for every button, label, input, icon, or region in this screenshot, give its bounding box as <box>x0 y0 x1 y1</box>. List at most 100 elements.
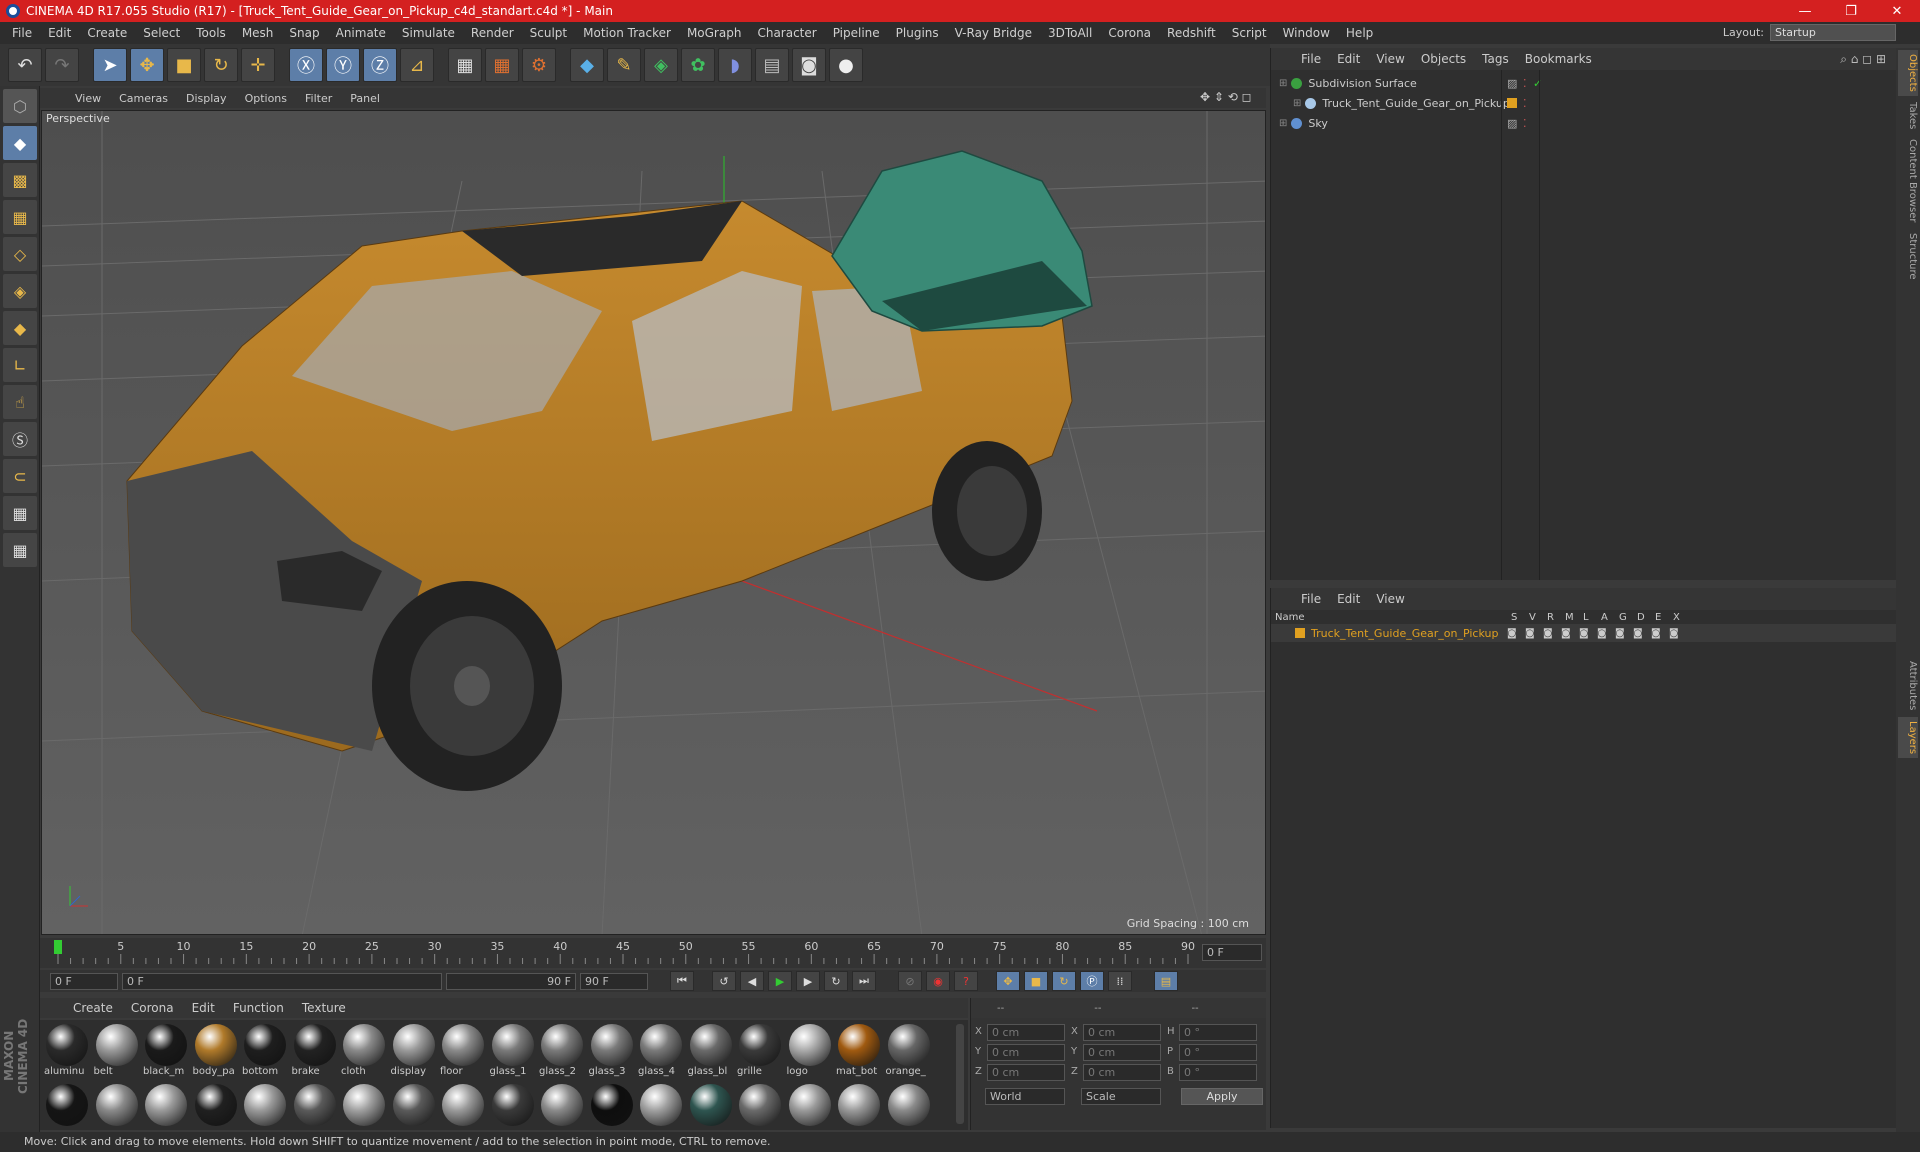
viewport-menu-cameras[interactable]: Cameras <box>110 92 177 105</box>
menu-file[interactable]: File <box>4 26 40 40</box>
key-position-icon[interactable]: ✥ <box>996 971 1020 991</box>
menu-render[interactable]: Render <box>463 26 522 40</box>
coord-value-field[interactable]: 0 cm <box>1083 1044 1161 1061</box>
select-arrow-icon[interactable]: ➤ <box>93 48 127 82</box>
material-menu-texture[interactable]: Texture <box>293 1001 355 1015</box>
magnet-icon[interactable]: ⊂ <box>3 459 37 493</box>
snap-icon[interactable]: Ⓢ <box>3 422 37 456</box>
layer-expressions-icon[interactable]: ◙ <box>1651 628 1669 639</box>
visibility-icon[interactable]: ▨ <box>1507 77 1517 90</box>
coord-value-field[interactable]: 0 ° <box>1179 1064 1257 1081</box>
timeline-ruler[interactable]: 051015202530354045505560657075808590 <box>40 938 1220 968</box>
side-tab-content-browser[interactable]: Content Browser <box>1898 135 1918 226</box>
record-keys-icon[interactable]: ⊘ <box>898 971 922 991</box>
render-dot-icon[interactable]: ⁚ <box>1523 77 1527 90</box>
timeline[interactable]: 051015202530354045505560657075808590 0 F <box>40 938 1266 968</box>
layer-column-header[interactable]: Name <box>1275 612 1511 623</box>
layer-column-header[interactable]: G <box>1619 612 1637 623</box>
expand-icon[interactable]: ⊞ <box>1293 98 1301 109</box>
scale-icon[interactable]: ■ <box>167 48 201 82</box>
next-frame-icon[interactable]: ▶ <box>796 971 820 991</box>
material-swatch[interactable]: glass_1 <box>490 1024 536 1082</box>
texture-mode-icon[interactable]: ▩ <box>3 163 37 197</box>
material-swatch[interactable]: logo <box>787 1024 833 1082</box>
apply-button[interactable]: Apply <box>1181 1088 1263 1105</box>
make-editable-icon[interactable]: ⬡ <box>3 89 37 123</box>
menu-redshift[interactable]: Redshift <box>1159 26 1224 40</box>
scale-dropdown[interactable]: Scale <box>1081 1088 1161 1105</box>
viewport-menu-display[interactable]: Display <box>177 92 236 105</box>
object-row[interactable]: ⊞ Truck_Tent_Guide_Gear_on_Pickup ⁚ <box>1271 94 1897 112</box>
coord-value-field[interactable]: 0 cm <box>987 1044 1065 1061</box>
layer-name[interactable]: Truck_Tent_Guide_Gear_on_Pickup <box>1311 627 1507 640</box>
menu-plugins[interactable]: Plugins <box>888 26 947 40</box>
undo-icon[interactable]: ↶ <box>8 48 42 82</box>
menu-window[interactable]: Window <box>1275 26 1338 40</box>
layer-menu-file[interactable]: File <box>1293 592 1329 606</box>
next-keyframe-icon[interactable]: ↻ <box>824 971 848 991</box>
menu-mesh[interactable]: Mesh <box>234 26 282 40</box>
material-swatch[interactable]: glass_3 <box>589 1024 635 1082</box>
range-end-field[interactable]: 90 F <box>446 972 576 990</box>
render-dot-icon[interactable]: ⁚ <box>1523 117 1527 130</box>
layer-menu-view[interactable]: View <box>1368 592 1412 606</box>
layer-xref-icon[interactable]: ◙ <box>1669 628 1687 639</box>
material-swatch[interactable]: display <box>391 1024 437 1082</box>
object-row[interactable]: ⊞ Subdivision Surface ▨ ⁚ ✓ <box>1271 74 1897 92</box>
menu-corona[interactable]: Corona <box>1100 26 1159 40</box>
subdivision-icon[interactable]: ◈ <box>644 48 678 82</box>
material-swatch[interactable]: cloth <box>341 1024 387 1082</box>
layer-column-header[interactable]: M <box>1565 612 1583 623</box>
object-menu-view[interactable]: View <box>1368 52 1412 66</box>
deformer-icon[interactable]: ◗ <box>718 48 752 82</box>
coord-value-field[interactable]: 0 cm <box>987 1064 1065 1081</box>
end-frame-field[interactable]: 90 F <box>580 972 648 990</box>
viewport-menu-filter[interactable]: Filter <box>296 92 341 105</box>
tweak-mode-icon[interactable]: ☝ <box>3 385 37 419</box>
polygons-mode-icon[interactable]: ◆ <box>3 311 37 345</box>
key-pla-icon[interactable]: ⁞⁞ <box>1108 971 1132 991</box>
autokey-icon[interactable]: ◉ <box>926 971 950 991</box>
material-swatch[interactable]: glass_2 <box>539 1024 585 1082</box>
object-menu-bookmarks[interactable]: Bookmarks <box>1517 52 1600 66</box>
object-menu-edit[interactable]: Edit <box>1329 52 1368 66</box>
edges-mode-icon[interactable]: ◈ <box>3 274 37 308</box>
layer-column-header[interactable]: A <box>1601 612 1619 623</box>
x-axis-icon[interactable]: Ⓧ <box>289 48 323 82</box>
material-swatch[interactable]: body_pa <box>193 1024 239 1082</box>
menu-create[interactable]: Create <box>79 26 135 40</box>
menu-animate[interactable]: Animate <box>328 26 394 40</box>
perspective-viewport[interactable]: Perspective Grid Spacing : 100 cm <box>41 110 1266 935</box>
coordinate-system-icon[interactable]: ⊿ <box>400 48 434 82</box>
maximize-button[interactable]: ❐ <box>1828 4 1874 19</box>
lock-workplane-icon[interactable]: ▦ <box>3 496 37 530</box>
viewport-menu-panel[interactable]: Panel <box>341 92 389 105</box>
menu-character[interactable]: Character <box>749 26 824 40</box>
object-row[interactable]: ⊞ Sky ▨ ⁚ <box>1271 114 1897 132</box>
layer-column-header[interactable]: L <box>1583 612 1601 623</box>
redo-icon[interactable]: ↷ <box>45 48 79 82</box>
layout-dropdown[interactable]: Startup <box>1770 24 1896 41</box>
key-parameter-icon[interactable]: Ⓟ <box>1080 971 1104 991</box>
coord-value-field[interactable]: 0 cm <box>1083 1024 1161 1041</box>
material-menu-corona[interactable]: Corona <box>122 1001 183 1015</box>
layer-column-header[interactable]: S <box>1511 612 1529 623</box>
material-scrollbar[interactable] <box>956 1024 964 1124</box>
object-menu-objects[interactable]: Objects <box>1413 52 1474 66</box>
render-dot-icon[interactable]: ⁚ <box>1523 97 1527 110</box>
material-menu-function[interactable]: Function <box>224 1001 293 1015</box>
move-icon[interactable]: ✥ <box>130 48 164 82</box>
expand-icon[interactable]: ⊞ <box>1279 78 1287 89</box>
layer-column-header[interactable]: R <box>1547 612 1565 623</box>
planar-workplane-icon[interactable]: ▦ <box>3 533 37 567</box>
layer-generators-icon[interactable]: ◙ <box>1615 628 1633 639</box>
menu-tools[interactable]: Tools <box>188 26 234 40</box>
cube-icon[interactable]: ◆ <box>570 48 604 82</box>
layer-column-header[interactable]: X <box>1673 612 1691 623</box>
go-to-end-icon[interactable]: ⏭ <box>852 971 876 991</box>
menu-sculpt[interactable]: Sculpt <box>522 26 575 40</box>
menu-mograph[interactable]: MoGraph <box>679 26 750 40</box>
material-swatch[interactable]: aluminu <box>44 1024 90 1082</box>
y-axis-icon[interactable]: Ⓨ <box>326 48 360 82</box>
previous-keyframe-icon[interactable]: ↺ <box>712 971 736 991</box>
